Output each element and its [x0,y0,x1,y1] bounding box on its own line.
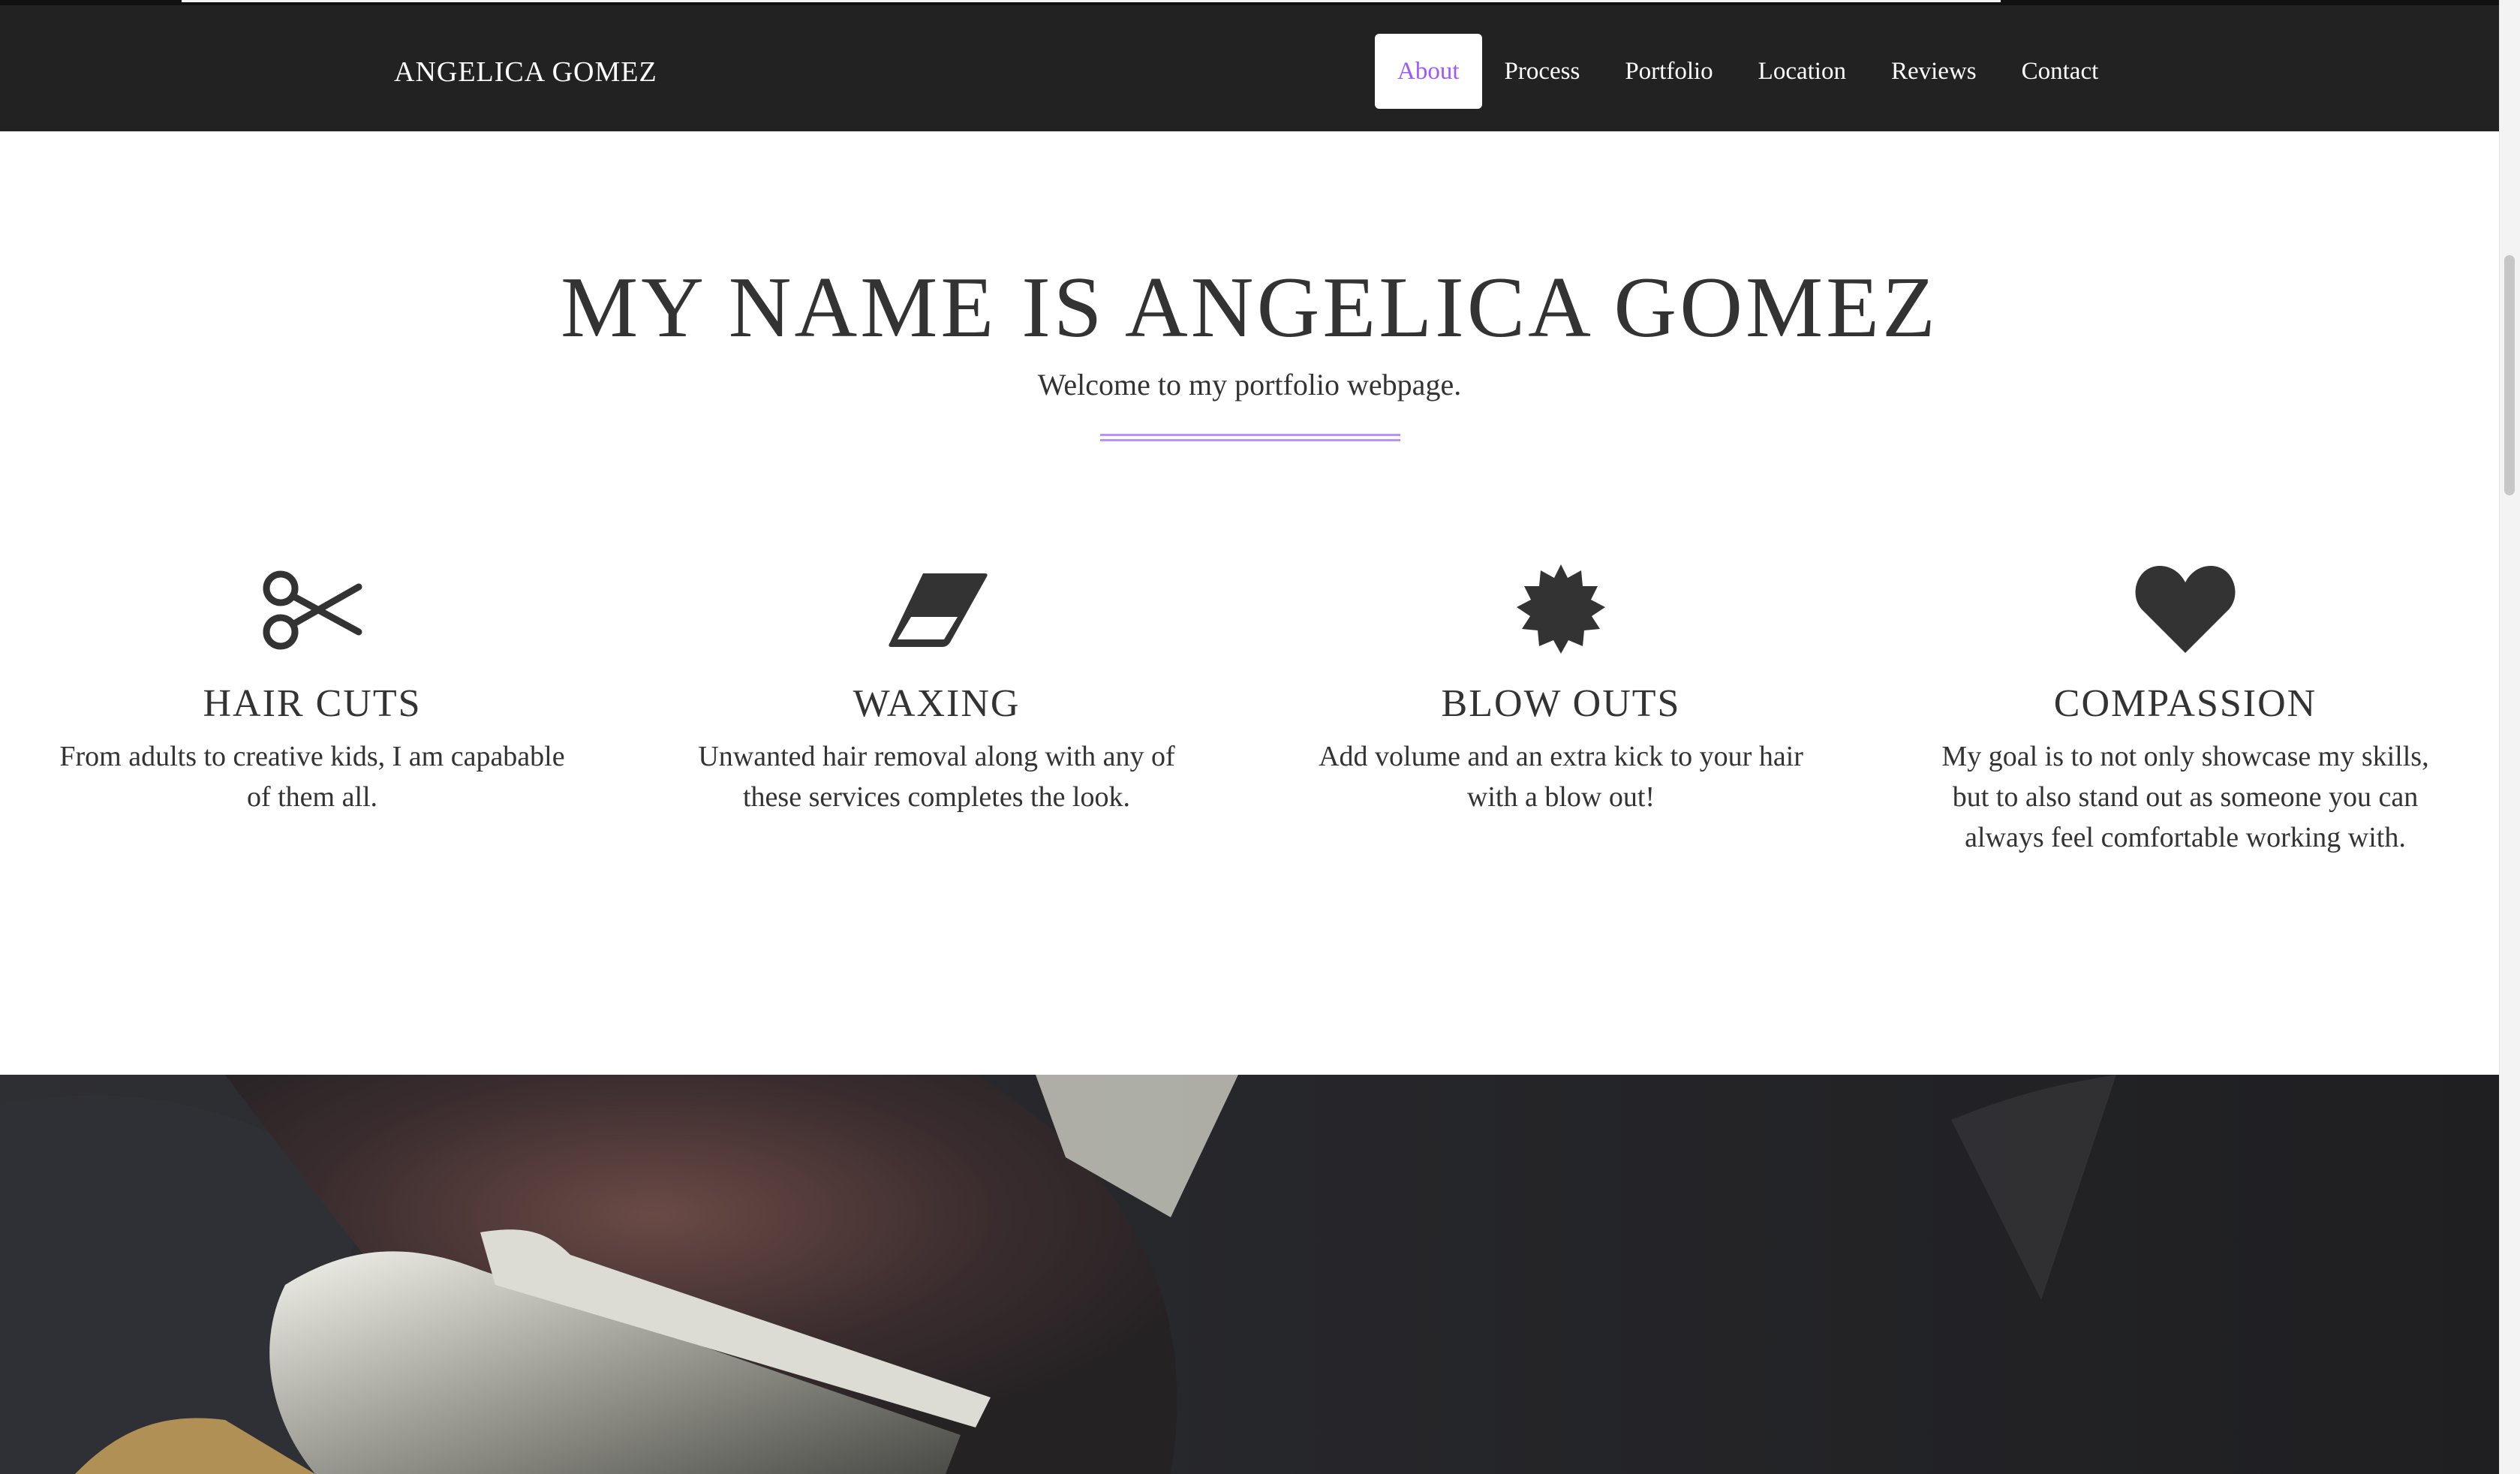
nav-item-about[interactable]: About [1375,34,1482,109]
navbar: ANGELICA GOMEZ About Process Portfolio L… [0,5,2499,131]
browser-top-edge [0,0,2499,5]
service-hair-cuts: HAIR CUTS From adults to creative kids, … [0,563,624,817]
service-description: Unwanted hair removal along with any of … [698,741,1175,813]
title-divider [1100,434,1400,441]
service-blow-outs: BLOW OUTS Add volume and an extra kick t… [1249,563,1873,817]
service-title: WAXING [853,682,1021,725]
service-waxing: WAXING Unwanted hair removal along with … [624,563,1249,817]
eraser-icon [884,563,989,657]
service-description: Add volume and an extra kick to your hai… [1319,741,1803,813]
badge-icon [1508,563,1613,657]
heart-icon [2133,563,2238,657]
hero-photo-makeup-brushes [0,1075,2499,1474]
service-description: My goal is to not only showcase my skill… [1941,741,2429,853]
nav-menu: About Process Portfolio Location Reviews… [1375,34,2121,109]
scissors-icon [260,563,365,657]
service-description: From adults to creative kids, I am capab… [59,741,565,813]
nav-item-contact[interactable]: Contact [1999,34,2122,109]
service-title: BLOW OUTS [1441,682,1681,725]
service-compassion: COMPASSION My goal is to not only showca… [1873,563,2497,858]
nav-item-location[interactable]: Location [1736,34,1869,109]
nav-item-portfolio[interactable]: Portfolio [1602,34,1735,109]
service-title: COMPASSION [2053,682,2317,725]
service-title: HAIR CUTS [203,682,422,725]
nav-item-process[interactable]: Process [1482,34,1603,109]
page-title: MY NAME IS ANGELICA GOMEZ [561,260,1938,356]
brand-link[interactable]: ANGELICA GOMEZ [394,56,657,89]
nav-item-reviews[interactable]: Reviews [1869,34,1999,109]
page-subtitle: Welcome to my portfolio webpage. [1037,368,1462,402]
scrollbar-thumb[interactable] [2504,255,2515,495]
browser-chrome-strip [182,0,2001,2]
makeup-brushes-image [0,1075,2499,1474]
scrollbar-track[interactable] [2499,0,2520,1474]
